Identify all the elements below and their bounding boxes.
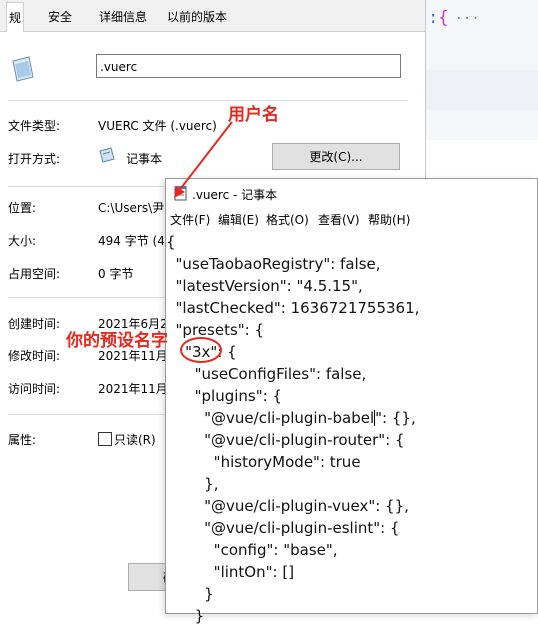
code-line: }, bbox=[166, 475, 219, 493]
code-line: "@vue/cli-plugin-eslint": { bbox=[166, 519, 400, 537]
code-line: } bbox=[166, 585, 214, 603]
type-value: VUERC 文件 (.vuerc) bbox=[98, 119, 217, 133]
tab-previous-versions[interactable]: 以前的版本 bbox=[165, 4, 229, 30]
disk-size-value: 0 字节 bbox=[98, 267, 134, 281]
preset-highlight-ellipse bbox=[180, 337, 222, 363]
code-line: "@vue/cli-plugin-vuex": {}, bbox=[166, 497, 409, 515]
tab-security[interactable]: 安全 bbox=[46, 4, 74, 30]
code-line: "@vue/cli-plugin-babel": {}, bbox=[166, 409, 416, 427]
size-value: 494 字节 (4 bbox=[98, 234, 165, 248]
code-line: "plugins": { bbox=[166, 387, 282, 405]
open-with-value: 记事本 bbox=[126, 152, 163, 166]
menu-help[interactable]: 帮助(H) bbox=[368, 211, 410, 228]
notepad-app-icon bbox=[174, 186, 187, 201]
filename-input[interactable]: .vuerc bbox=[96, 54, 401, 78]
attributes-label: 属性: bbox=[8, 433, 37, 447]
code-line: "lintOn": [] bbox=[166, 563, 295, 581]
notepad-menubar: 文件(F) 编辑(E) 格式(O) 查看(V) 帮助(H) bbox=[166, 209, 537, 229]
notepad-title: .vuerc - 记事本 bbox=[192, 188, 278, 202]
readonly-checkbox[interactable] bbox=[98, 432, 112, 446]
notepad-window: .vuerc - 记事本 文件(F) 编辑(E) 格式(O) 查看(V) 帮助(… bbox=[165, 178, 538, 625]
code-line: } bbox=[166, 607, 205, 625]
disk-size-label: 占用空间: bbox=[8, 267, 61, 281]
open-with-label: 打开方式: bbox=[8, 152, 61, 166]
notepad-icon bbox=[99, 147, 115, 163]
annotation-username: 用户名 bbox=[228, 105, 279, 125]
code-line: "historyMode": true bbox=[166, 453, 361, 471]
file-icon bbox=[12, 56, 34, 82]
notepad-titlebar: .vuerc - 记事本 bbox=[166, 179, 537, 207]
menu-format[interactable]: 格式(O) bbox=[266, 211, 309, 228]
code-fold-ellipsis[interactable]: ··· bbox=[455, 11, 480, 27]
created-label: 创建时间: bbox=[8, 317, 61, 331]
modified-label: 修改时间: bbox=[8, 349, 61, 363]
code-line: "config": "base", bbox=[166, 541, 338, 559]
notepad-text-area[interactable]: { "useTaobaoRegistry": false, "latestVer… bbox=[166, 231, 419, 627]
tab-details[interactable]: 详细信息 bbox=[97, 4, 149, 30]
text-caret bbox=[374, 410, 376, 426]
accessed-value: 2021年11月 bbox=[98, 382, 168, 396]
code-colon: : bbox=[428, 8, 439, 28]
tab-bar: 规 安全 详细信息 以前的版本 bbox=[0, 0, 425, 33]
change-button[interactable]: 更改(C)... bbox=[272, 143, 400, 170]
code-line: "useTaobaoRegistry": false, bbox=[166, 255, 381, 273]
size-label: 大小: bbox=[8, 234, 37, 248]
code-line: "lastChecked": 1636721755361, bbox=[166, 299, 420, 317]
code-line: "@vue/cli-plugin-router": { bbox=[166, 431, 405, 449]
code-line: { bbox=[166, 233, 176, 251]
menu-file[interactable]: 文件(F) bbox=[170, 211, 210, 228]
background-code-snippet: :{ ··· bbox=[428, 8, 480, 28]
tab-general[interactable]: 规 bbox=[6, 2, 25, 33]
annotation-preset-name: 你的预设名字 bbox=[66, 331, 168, 351]
type-label: 文件类型: bbox=[8, 119, 61, 133]
code-brace: { bbox=[438, 8, 449, 28]
menu-edit[interactable]: 编辑(E) bbox=[218, 211, 259, 228]
location-label: 位置: bbox=[8, 201, 37, 215]
code-line: "latestVersion": "4.5.15", bbox=[166, 277, 363, 295]
location-value: C:\Users\尹 bbox=[98, 201, 165, 215]
divider bbox=[8, 100, 408, 101]
menu-view[interactable]: 查看(V) bbox=[318, 211, 360, 228]
editor-highlight-line bbox=[425, 70, 538, 110]
code-line: "useConfigFiles": false, bbox=[166, 365, 367, 383]
accessed-label: 访问时间: bbox=[8, 382, 61, 396]
readonly-label[interactable]: 只读(R) bbox=[114, 431, 156, 448]
